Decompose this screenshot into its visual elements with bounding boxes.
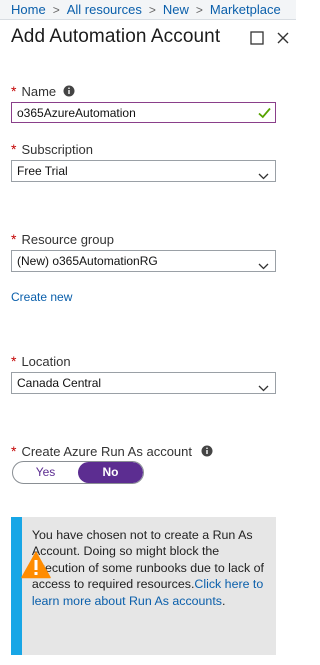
breadcrumb-marketplace[interactable]: Marketplace bbox=[210, 2, 281, 17]
breadcrumb-all-resources[interactable]: All resources bbox=[67, 2, 142, 17]
location-field: * Location Canada Central bbox=[11, 353, 276, 394]
checkmark-icon bbox=[258, 107, 271, 119]
run-as-no-option[interactable]: No bbox=[78, 462, 143, 483]
chevron-down-icon bbox=[258, 173, 269, 180]
resource-group-label-text: Resource group bbox=[21, 231, 114, 247]
subscription-label-text: Subscription bbox=[21, 141, 93, 157]
run-as-label-text: Create Azure Run As account bbox=[21, 443, 192, 459]
warning-strip bbox=[11, 517, 51, 655]
chevron-down-icon bbox=[258, 385, 269, 392]
name-label: * Name bbox=[11, 83, 276, 99]
name-label-text: Name bbox=[21, 83, 57, 99]
location-select[interactable]: Canada Central bbox=[11, 372, 276, 394]
location-value: Canada Central bbox=[17, 376, 102, 390]
required-marker: * bbox=[11, 83, 17, 99]
run-as-yes-option[interactable]: Yes bbox=[13, 462, 78, 483]
blade-header: Add Automation Account bbox=[0, 26, 296, 54]
warning-text: You have chosen not to create a Run As A… bbox=[22, 517, 276, 655]
resource-group-select[interactable]: (New) o365AutomationRG bbox=[11, 250, 276, 272]
name-field: * Name o365AzureAutomation bbox=[11, 83, 276, 123]
subscription-select[interactable]: Free Trial bbox=[11, 160, 276, 182]
info-icon[interactable] bbox=[201, 445, 213, 457]
warning-link-suffix: . bbox=[221, 593, 226, 608]
breadcrumb-separator: > bbox=[195, 2, 203, 17]
info-icon[interactable] bbox=[63, 85, 75, 97]
location-label: * Location bbox=[11, 353, 276, 369]
chevron-down-icon bbox=[258, 263, 269, 270]
resource-group-field: * Resource group (New) o365AutomationRG bbox=[11, 231, 276, 272]
resource-group-label: * Resource group bbox=[11, 231, 276, 247]
breadcrumb-new[interactable]: New bbox=[163, 2, 189, 17]
page-title: Add Automation Account bbox=[11, 26, 221, 47]
breadcrumb-separator: > bbox=[52, 2, 60, 17]
location-label-text: Location bbox=[21, 353, 71, 369]
breadcrumb-home[interactable]: Home bbox=[11, 2, 46, 17]
run-as-field: * Create Azure Run As account bbox=[11, 443, 276, 459]
warning-message-box: You have chosen not to create a Run As A… bbox=[11, 517, 276, 655]
run-as-label: * Create Azure Run As account bbox=[11, 443, 276, 459]
maximize-icon[interactable] bbox=[249, 30, 265, 46]
breadcrumb-separator: > bbox=[148, 2, 156, 17]
subscription-label: * Subscription bbox=[11, 141, 276, 157]
resource-group-value: (New) o365AutomationRG bbox=[17, 254, 158, 268]
breadcrumb: Home > All resources > New > Marketplace bbox=[0, 0, 296, 20]
close-icon[interactable] bbox=[275, 30, 291, 46]
required-marker: * bbox=[11, 231, 17, 247]
required-marker: * bbox=[11, 443, 17, 459]
run-as-toggle[interactable]: Yes No bbox=[12, 461, 144, 484]
required-marker: * bbox=[11, 353, 17, 369]
subscription-field: * Subscription Free Trial bbox=[11, 141, 276, 182]
subscription-value: Free Trial bbox=[17, 164, 68, 178]
name-input[interactable]: o365AzureAutomation bbox=[11, 102, 276, 123]
create-new-link[interactable]: Create new bbox=[11, 290, 72, 304]
name-input-value: o365AzureAutomation bbox=[17, 106, 136, 120]
required-marker: * bbox=[11, 141, 17, 157]
warning-triangle-icon bbox=[21, 551, 51, 579]
